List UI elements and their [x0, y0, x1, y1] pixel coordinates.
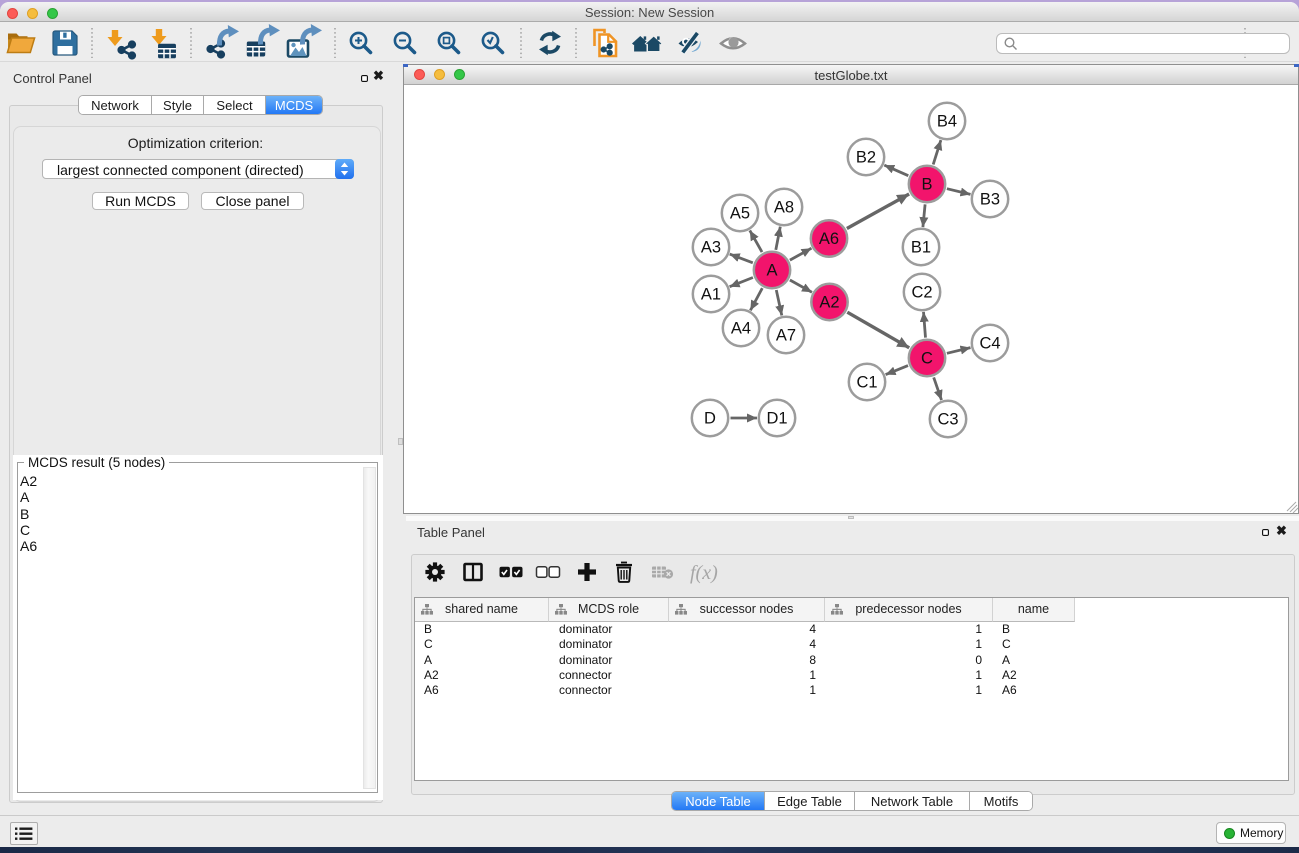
svg-text:C1: C1: [856, 374, 877, 392]
svg-text:A6: A6: [819, 230, 839, 248]
svg-text:f(x): f(x): [690, 562, 718, 584]
svg-text:B2: B2: [856, 149, 876, 167]
svg-text:B1: B1: [911, 239, 931, 257]
svg-text:C: C: [921, 350, 933, 368]
svg-text:B4: B4: [937, 113, 957, 131]
svg-text:D1: D1: [766, 410, 787, 428]
svg-text:A4: A4: [731, 320, 751, 338]
svg-text:A2: A2: [819, 294, 839, 312]
svg-text:B: B: [921, 176, 932, 194]
svg-text:D: D: [704, 410, 716, 428]
svg-text:A3: A3: [701, 239, 721, 257]
svg-text:A7: A7: [776, 327, 796, 345]
svg-text:C3: C3: [937, 411, 958, 429]
svg-text:A1: A1: [701, 286, 721, 304]
svg-text:A8: A8: [774, 199, 794, 217]
svg-text:C4: C4: [979, 335, 1000, 353]
svg-text:C2: C2: [911, 284, 932, 302]
svg-text:A5: A5: [730, 205, 750, 223]
svg-text:A: A: [766, 262, 777, 280]
svg-text:B3: B3: [980, 191, 1000, 209]
